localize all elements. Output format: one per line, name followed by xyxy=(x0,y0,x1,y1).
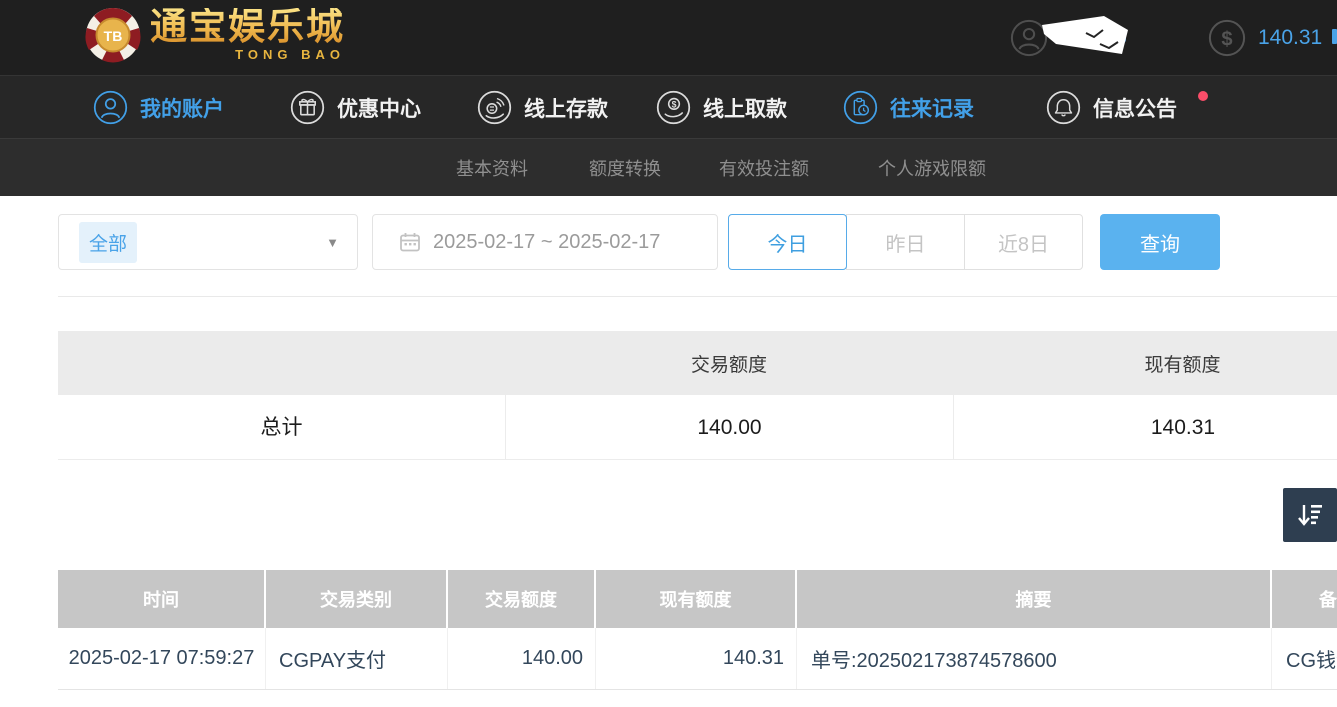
summary-current-amount: 140.31 xyxy=(953,395,1337,460)
nav-item-announcements[interactable]: 信息公告 xyxy=(1046,76,1177,139)
records-header-remark: 备注 xyxy=(1272,570,1337,628)
subnav-item-game-limits[interactable]: 个人游戏限额 xyxy=(878,139,986,197)
record-type: CGPAY支付 xyxy=(266,628,448,689)
sort-button[interactable] xyxy=(1283,488,1337,542)
record-trade-amount: 140.00 xyxy=(448,628,596,689)
brand-logo[interactable]: TB 通宝娱乐城 TONG BAO xyxy=(84,6,345,64)
record-time: 2025-02-17 07:59:27 xyxy=(58,628,266,689)
nav-item-deposit[interactable]: 线上存款 xyxy=(477,76,608,139)
record-remark: CG钱包 xyxy=(1272,628,1337,689)
sort-descending-icon xyxy=(1295,500,1325,530)
nav-item-transaction-records[interactable]: 往来记录 xyxy=(843,76,974,139)
summary-total-row: 总计 140.00 140.31 xyxy=(58,395,1337,460)
records-header-trade-amount: 交易额度 xyxy=(448,570,596,628)
svg-text:$: $ xyxy=(672,100,677,110)
main-nav: 我的账户 优惠中心 线上存款 xyxy=(0,75,1337,138)
page: TB 通宝娱乐城 TONG BAO hx7925 $ xyxy=(0,0,1337,707)
records-icon xyxy=(843,90,878,125)
table-row: 2025-02-17 07:59:27 CGPAY支付 140.00 140.3… xyxy=(58,628,1337,690)
type-select[interactable]: 全部 ▼ xyxy=(58,214,358,270)
username: hx7925 xyxy=(1058,26,1127,50)
record-current-amount: 140.31 xyxy=(596,628,797,689)
quick-range-yesterday[interactable]: 昨日 xyxy=(846,214,965,270)
quick-range-last8days[interactable]: 近8日 xyxy=(964,214,1083,270)
deposit-icon xyxy=(477,90,512,125)
nav-label: 我的账户 xyxy=(140,93,224,123)
nav-label: 优惠中心 xyxy=(337,93,421,123)
notification-dot xyxy=(1198,91,1208,101)
records-header-type: 交易类别 xyxy=(266,570,448,628)
records-header-summary: 摘要 xyxy=(797,570,1272,628)
top-header: TB 通宝娱乐城 TONG BAO hx7925 $ xyxy=(0,0,1337,75)
nav-item-withdraw[interactable]: $ 线上取款 xyxy=(656,76,787,139)
brand-name: 通宝娱乐城 TONG BAO xyxy=(150,8,345,62)
svg-text:$: $ xyxy=(1221,28,1232,50)
dollar-circle-icon: $ xyxy=(1208,19,1246,57)
summary-total-label: 总计 xyxy=(58,395,505,460)
sub-nav: 基本资料 额度转换 有效投注额 个人游戏限额 xyxy=(0,138,1337,196)
nav-item-promotions[interactable]: 优惠中心 xyxy=(290,76,421,139)
type-selected-tag: 全部 xyxy=(79,222,137,263)
summary-trade-amount: 140.00 xyxy=(505,395,953,460)
user-circle-icon xyxy=(93,90,128,125)
records-header-current-amount: 现有额度 xyxy=(596,570,797,628)
withdraw-icon: $ xyxy=(656,90,691,125)
divider xyxy=(58,296,1337,297)
summary-header-current-amount: 现有额度 xyxy=(953,350,1337,377)
subnav-item-valid-bets[interactable]: 有效投注额 xyxy=(719,139,809,197)
balance-value: 140.31 xyxy=(1258,26,1322,50)
quick-range-group: 今日 昨日 近8日 xyxy=(728,214,1083,270)
subnav-item-basic-info[interactable]: 基本资料 xyxy=(456,139,528,197)
date-range-input[interactable]: 2025-02-17 ~ 2025-02-17 xyxy=(372,214,718,270)
query-button[interactable]: 查询 xyxy=(1100,214,1220,270)
summary-header-trade-amount: 交易额度 xyxy=(505,350,953,377)
summary-header-row: 交易额度 现有额度 xyxy=(58,331,1337,395)
records-table: 时间 交易类别 交易额度 现有额度 摘要 备注 2025-02-17 07:59… xyxy=(58,570,1337,690)
brand-name-cn: 通宝娱乐城 xyxy=(150,8,345,45)
nav-item-my-account[interactable]: 我的账户 xyxy=(93,76,224,139)
quick-range-today[interactable]: 今日 xyxy=(728,214,847,270)
summary-table: 交易额度 现有额度 总计 140.00 140.31 xyxy=(58,331,1337,460)
balance[interactable]: $ 140.31 xyxy=(1208,0,1322,75)
brand-name-en: TONG BAO xyxy=(235,47,345,62)
nav-label: 线上取款 xyxy=(703,93,787,123)
nav-label: 往来记录 xyxy=(890,93,974,123)
calendar-icon xyxy=(399,231,421,253)
balance-clipped-text xyxy=(1332,29,1337,44)
poker-chip-icon: TB xyxy=(84,6,142,64)
bell-icon xyxy=(1046,90,1081,125)
record-summary: 单号:202502173874578600 xyxy=(797,628,1272,689)
nav-label: 线上存款 xyxy=(524,93,608,123)
chevron-down-icon: ▼ xyxy=(326,235,339,250)
user-circle-icon xyxy=(1010,19,1048,57)
records-header-time: 时间 xyxy=(58,570,266,628)
subnav-item-credit-transfer[interactable]: 额度转换 xyxy=(589,139,661,197)
user-account[interactable]: hx7925 xyxy=(1010,0,1127,75)
gift-icon xyxy=(290,90,325,125)
records-header-row: 时间 交易类别 交易额度 现有额度 摘要 备注 xyxy=(58,570,1337,628)
date-range-value: 2025-02-17 ~ 2025-02-17 xyxy=(433,231,660,254)
chip-text: TB xyxy=(104,28,123,44)
nav-label: 信息公告 xyxy=(1093,93,1177,123)
